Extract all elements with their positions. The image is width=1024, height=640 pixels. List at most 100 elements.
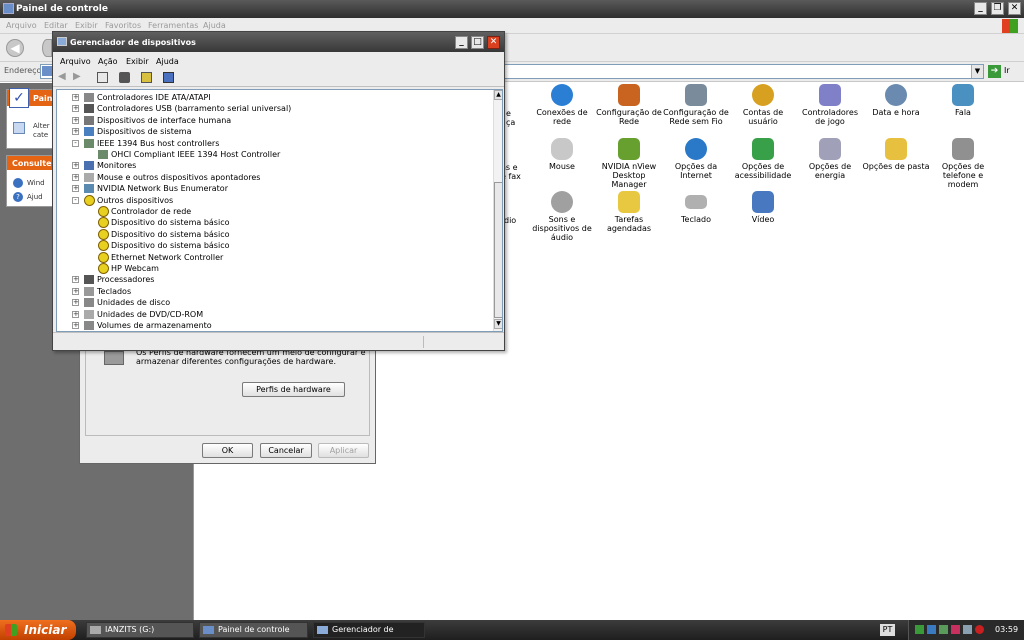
- panel-text-line2[interactable]: cate: [33, 131, 48, 139]
- device-tree-item[interactable]: + Controladores USB (barramento serial un…: [57, 103, 487, 114]
- device-tree-item[interactable]: Dispositivo do sistema básico: [57, 228, 487, 240]
- icon-sounds-audio[interactable]: Sons e dispositivos de áudio: [528, 191, 596, 242]
- back-icon[interactable]: ◀: [6, 39, 24, 57]
- dm-menu-exibir[interactable]: Exibir: [126, 57, 149, 66]
- device-tree-item[interactable]: + Teclados: [57, 286, 487, 297]
- collapse-icon[interactable]: -: [72, 139, 79, 147]
- device-tree-item[interactable]: + Processadores: [57, 274, 487, 285]
- device-tree-item[interactable]: + Mouse e outros dispositivos apontadores: [57, 172, 487, 183]
- back-arrow-icon[interactable]: ◀: [58, 72, 69, 83]
- expand-icon[interactable]: +: [72, 105, 79, 113]
- consult-link-help[interactable]: Ajud: [27, 193, 43, 201]
- ok-button[interactable]: OK: [202, 443, 253, 458]
- scroll-up-arrow-icon[interactable]: ▲: [494, 90, 502, 100]
- device-tree-item[interactable]: + Dispositivos de sistema: [57, 126, 487, 137]
- close-button[interactable]: ✕: [1008, 2, 1021, 15]
- expand-icon[interactable]: +: [72, 276, 79, 284]
- collapse-icon[interactable]: -: [72, 196, 79, 204]
- forward-arrow-icon[interactable]: ▶: [73, 72, 84, 83]
- device-tree-item[interactable]: Ethernet Network Controller: [57, 251, 487, 263]
- device-tree-item[interactable]: + Monitores: [57, 160, 487, 171]
- expand-icon[interactable]: +: [72, 94, 79, 101]
- cancel-button[interactable]: Cancelar: [260, 443, 312, 458]
- menu-item-favoritos[interactable]: Favoritos: [105, 21, 141, 30]
- icon-user-accounts[interactable]: Contas de usuário: [729, 84, 797, 126]
- hardware-profiles-button[interactable]: Perfis de hardware: [242, 382, 345, 397]
- icon-internet-options[interactable]: Opções da Internet: [662, 138, 730, 180]
- tray-icon-6[interactable]: [975, 625, 984, 634]
- device-tree-item[interactable]: - Outros dispositivos: [57, 194, 487, 206]
- consult-link-windows[interactable]: Wind: [27, 179, 45, 187]
- expand-icon[interactable]: +: [72, 299, 79, 307]
- clock[interactable]: 03:59: [995, 625, 1018, 634]
- icon-speech[interactable]: Fala: [929, 84, 997, 117]
- start-button[interactable]: Iniciar: [0, 620, 76, 640]
- expand-icon[interactable]: +: [72, 116, 79, 124]
- dm-close-button[interactable]: ✕: [487, 36, 500, 49]
- forward-icon[interactable]: [42, 39, 52, 57]
- device-tree-scrollbar[interactable]: ▲ ▼: [493, 90, 502, 331]
- address-dropdown-icon[interactable]: ▼: [971, 65, 983, 78]
- device-tree-item[interactable]: OHCI Compliant IEEE 1394 Host Controller: [57, 149, 487, 160]
- print-icon[interactable]: [119, 72, 130, 83]
- taskbar-item-control-panel[interactable]: Painel de controle: [199, 622, 308, 638]
- icon-nvidia-nview[interactable]: NVIDIA nView Desktop Manager: [595, 138, 663, 189]
- tray-icon-5[interactable]: [963, 625, 972, 634]
- device-tree-item[interactable]: Dispositivo do sistema básico: [57, 240, 487, 252]
- tray-icon-1[interactable]: [915, 625, 924, 634]
- icon-game-controllers[interactable]: Controladores de jogo: [796, 84, 864, 126]
- menu-item-arquivo[interactable]: Arquivo: [6, 21, 37, 30]
- expand-icon[interactable]: +: [72, 128, 79, 136]
- icon-phone-modem[interactable]: Opções de telefone e modem: [929, 138, 997, 189]
- restore-button[interactable]: ❐: [991, 2, 1004, 15]
- device-tree-item[interactable]: + Unidades de DVD/CD-ROM: [57, 309, 487, 320]
- device-tree-item[interactable]: + Volumes de armazenamento: [57, 320, 487, 331]
- device-tree[interactable]: + Controladores IDE ATA/ATAPI + Controlador…: [56, 89, 503, 332]
- device-tree-item[interactable]: Dispositivo do sistema básico: [57, 217, 487, 229]
- device-tree-item[interactable]: Controlador de rede: [57, 206, 487, 217]
- apply-button[interactable]: Aplicar: [318, 443, 369, 458]
- icon-display[interactable]: Vídeo: [729, 191, 797, 224]
- scroll-thumb[interactable]: [494, 182, 502, 318]
- expand-icon[interactable]: +: [72, 173, 79, 181]
- menu-item-editar[interactable]: Editar: [44, 21, 68, 30]
- menu-item-ferramentas[interactable]: Ferramentas: [148, 21, 198, 30]
- expand-icon[interactable]: +: [72, 287, 79, 295]
- expand-icon[interactable]: +: [72, 322, 79, 329]
- go-button[interactable]: ➔ Ir: [988, 64, 1020, 79]
- dm-menu-ajuda[interactable]: Ajuda: [156, 57, 179, 66]
- control-panel-titlebar[interactable]: Painel de controle _ ❐ ✕: [0, 0, 1024, 18]
- device-tree-item[interactable]: + NVIDIA Network Bus Enumerator: [57, 183, 487, 194]
- device-tree-item[interactable]: HP Webcam: [57, 263, 487, 274]
- device-tree-item[interactable]: + Controladores IDE ATA/ATAPI: [57, 92, 487, 103]
- scan-hardware-icon[interactable]: [163, 72, 174, 83]
- device-tree-item[interactable]: + Unidades de disco: [57, 297, 487, 308]
- menu-item-ajuda[interactable]: Ajuda: [203, 21, 226, 30]
- icon-power-options[interactable]: Opções de energia: [796, 138, 864, 180]
- tray-icon-4[interactable]: [951, 625, 960, 634]
- dm-minimize-button[interactable]: _: [455, 36, 468, 49]
- device-manager-titlebar[interactable]: Gerenciador de dispositivos _ □ ✕: [53, 32, 504, 52]
- icon-keyboard[interactable]: Teclado: [662, 191, 730, 224]
- minimize-button[interactable]: _: [974, 2, 987, 15]
- icon-wireless-setup[interactable]: Configuração de Rede sem Fio: [662, 84, 730, 126]
- dm-menu-arquivo[interactable]: Arquivo: [60, 57, 91, 66]
- icon-folder-options[interactable]: Opções de pasta: [862, 138, 930, 171]
- expand-icon[interactable]: +: [72, 310, 79, 318]
- icon-mouse[interactable]: Mouse: [528, 138, 596, 171]
- icon-network-setup[interactable]: Configuração de Rede: [595, 84, 663, 126]
- tray-icon-2[interactable]: [927, 625, 936, 634]
- icon-accessibility[interactable]: Opções de acessibilidade: [729, 138, 797, 180]
- scroll-down-arrow-icon[interactable]: ▼: [494, 319, 502, 329]
- properties-icon[interactable]: [97, 72, 108, 83]
- tray-icon-3[interactable]: [939, 625, 948, 634]
- dm-menu-acao[interactable]: Ação: [98, 57, 118, 66]
- help-properties-icon[interactable]: [141, 72, 152, 83]
- expand-icon[interactable]: +: [72, 162, 79, 170]
- icon-date-time[interactable]: Data e hora: [862, 84, 930, 117]
- panel-text-line1[interactable]: Alter: [33, 122, 50, 130]
- dm-maximize-button[interactable]: □: [471, 36, 484, 49]
- expand-icon[interactable]: +: [72, 185, 79, 193]
- language-indicator[interactable]: PT: [880, 624, 895, 636]
- menu-item-exibir[interactable]: Exibir: [75, 21, 98, 30]
